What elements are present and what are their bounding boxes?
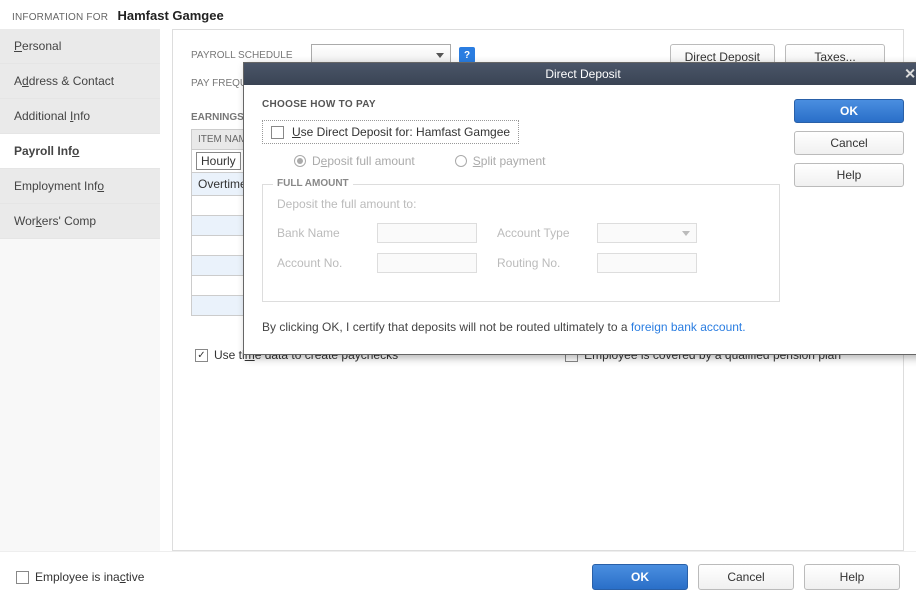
use-direct-deposit-label: Use Direct Deposit for: Hamfast Gamgee [292, 125, 510, 139]
info-header: INFORMATION FOR Hamfast Gamgee [0, 0, 916, 29]
employee-inactive-label: Employee is inactive [35, 570, 144, 584]
bank-name-input[interactable] [377, 223, 477, 243]
deposit-full-amount-label: Deposit full amount [312, 154, 415, 168]
account-type-dropdown[interactable] [597, 223, 697, 243]
help-icon[interactable]: ? [459, 47, 475, 63]
info-for-label: INFORMATION FOR [12, 12, 108, 23]
routing-no-input[interactable] [597, 253, 697, 273]
sidebar-item-payroll-info[interactable]: Payroll Info [0, 134, 160, 169]
use-direct-deposit-checkbox[interactable] [271, 126, 284, 139]
cancel-button[interactable]: Cancel [698, 564, 794, 590]
deposit-full-amount-radio[interactable] [294, 155, 306, 167]
help-button[interactable]: Help [804, 564, 900, 590]
use-time-data-checkbox[interactable] [195, 349, 208, 362]
bank-name-label: Bank Name [277, 226, 367, 240]
dialog-help-button[interactable]: Help [794, 163, 904, 187]
close-icon[interactable]: ✕ [904, 66, 916, 83]
account-no-input[interactable] [377, 253, 477, 273]
chevron-down-icon [682, 231, 690, 236]
full-amount-title: FULL AMOUNT [273, 178, 353, 189]
sidebar-item-workers-comp[interactable]: Workers' Comp [0, 204, 160, 239]
dialog-title-bar: Direct Deposit ✕ [244, 63, 916, 85]
employee-inactive-checkbox[interactable] [16, 571, 29, 584]
routing-no-label: Routing No. [497, 256, 587, 270]
account-no-label: Account No. [277, 256, 367, 270]
choose-how-to-pay-header: CHOOSE HOW TO PAY [262, 99, 780, 110]
footer: Employee is inactive OK Cancel Help [0, 551, 916, 602]
payroll-schedule-label: PAYROLL SCHEDULE [191, 50, 311, 61]
chevron-down-icon [436, 53, 444, 58]
use-direct-deposit-row: Use Direct Deposit for: Hamfast Gamgee [262, 120, 519, 144]
content-panel: Direct Deposit Taxes... PAYROLL SCHEDULE… [172, 29, 904, 551]
sidebar-item-address[interactable]: Address & Contact [0, 64, 160, 99]
account-type-label: Account Type [497, 226, 587, 240]
dialog-cancel-button[interactable]: Cancel [794, 131, 904, 155]
split-payment-radio[interactable] [455, 155, 467, 167]
sidebar-item-personal[interactable]: Personal [0, 29, 160, 64]
full-amount-panel: FULL AMOUNT Deposit the full amount to: … [262, 184, 780, 302]
sidebar-item-additional-info[interactable]: Additional Info [0, 99, 160, 134]
employee-name: Hamfast Gamgee [117, 8, 223, 23]
main-container: Personal Address & Contact Additional In… [0, 29, 916, 551]
dialog-title: Direct Deposit [545, 67, 620, 81]
certify-text: By clicking OK, I certify that deposits … [262, 320, 780, 334]
sidebar-item-employment-info[interactable]: Employment Info [0, 169, 160, 204]
sidebar: Personal Address & Contact Additional In… [0, 29, 160, 551]
direct-deposit-dialog: Direct Deposit ✕ CHOOSE HOW TO PAY Use D… [243, 62, 916, 355]
foreign-bank-link[interactable]: foreign bank account. [631, 320, 746, 334]
payment-option-radios: Deposit full amount Split payment [262, 154, 780, 168]
ok-button[interactable]: OK [592, 564, 688, 590]
split-payment-label: Split payment [473, 154, 546, 168]
full-amount-subtitle: Deposit the full amount to: [277, 197, 765, 211]
dialog-ok-button[interactable]: OK [794, 99, 904, 123]
